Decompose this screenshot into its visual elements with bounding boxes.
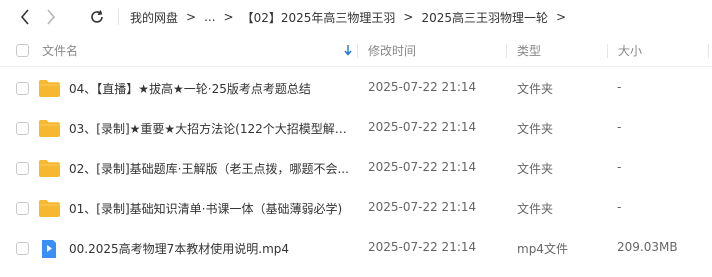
toolbar: 我的网盘 > ... > 【02】2025年高三物理王羽 > 2025高三王羽物… [0,0,712,34]
file-list-header: 文件名 修改时间 类型 大小 [0,34,712,67]
file-row[interactable]: 00.2025高考物理7本教材使用说明.mp4 2025-07-22 21:14… [0,228,712,268]
arrow-down-icon[interactable] [344,44,352,59]
folder-icon [39,160,60,177]
breadcrumb-separator: > [223,10,234,24]
row-checkbox[interactable] [16,202,29,215]
breadcrumb-item-parent[interactable]: 【02】2025年高三物理王羽 [242,9,396,26]
column-separator[interactable] [607,44,608,58]
column-header-type[interactable]: 类型 [517,42,541,59]
file-mtime: 2025-07-22 21:14 [368,80,477,94]
file-type: 文件夹 [517,122,554,136]
row-checkbox[interactable] [16,122,29,135]
column-header-mtime[interactable]: 修改时间 [368,42,416,59]
video-file-icon [39,239,60,258]
file-row[interactable]: 03、[录制]★重要★大招方法论(122个大招模型解题... 2025-07-2… [0,108,712,148]
file-row[interactable]: 02、[录制]基础题库·王解版（老王点拨，哪题不会... 2025-07-22 … [0,148,712,188]
row-checkbox[interactable] [16,162,29,175]
folder-icon [39,200,60,217]
chevron-left-icon[interactable] [16,8,34,26]
file-mtime: 2025-07-22 21:14 [368,120,477,134]
file-mtime: 2025-07-22 21:14 [368,160,477,174]
breadcrumb-separator: > [556,10,567,24]
refresh-icon[interactable] [88,8,106,26]
file-size: - [617,80,622,94]
breadcrumb-separator: > [403,10,414,24]
column-separator[interactable] [506,44,507,58]
file-name[interactable]: 03、[录制]★重要★大招方法论(122个大招模型解题... [69,120,351,137]
file-row[interactable]: 04、【直播】★拔高★一轮·25版考点考题总结 2025-07-22 21:14… [0,68,712,108]
row-checkbox[interactable] [16,242,29,255]
file-type: 文件夹 [517,162,554,176]
breadcrumb-separator: > [186,10,197,24]
file-size: - [617,200,622,214]
breadcrumb-item-current: 2025高三王羽物理一轮 [421,10,549,25]
folder-icon [39,80,60,97]
breadcrumb-item-root[interactable]: 我的网盘 [130,9,178,26]
file-type: 文件夹 [517,202,554,216]
file-type: mp4文件 [517,242,568,256]
folder-icon [39,120,60,137]
column-header-size[interactable]: 大小 [618,42,642,59]
column-separator[interactable] [708,44,709,58]
breadcrumb-item-ellipsis[interactable]: ... [204,10,215,24]
file-size: 209.03MB [617,240,678,254]
toolbar-divider [118,9,119,25]
breadcrumb: 我的网盘 > ... > 【02】2025年高三物理王羽 > 2025高三王羽物… [130,8,574,26]
row-checkbox[interactable] [16,82,29,95]
file-name[interactable]: 02、[录制]基础题库·王解版（老王点拨，哪题不会... [69,160,351,177]
select-all-checkbox[interactable] [16,44,29,57]
column-separator[interactable] [357,44,358,58]
file-mtime: 2025-07-22 21:14 [368,200,477,214]
file-name[interactable]: 01、[录制]基础知识清单·书课一体（基础薄弱必学) [69,200,351,217]
file-name[interactable]: 00.2025高考物理7本教材使用说明.mp4 [69,240,351,257]
file-type: 文件夹 [517,82,554,96]
file-size: - [617,120,622,134]
chevron-right-icon[interactable] [42,8,60,26]
file-row[interactable]: 01、[录制]基础知识清单·书课一体（基础薄弱必学) 2025-07-22 21… [0,188,712,228]
file-mtime: 2025-07-22 21:14 [368,240,477,254]
file-size: - [617,160,622,174]
file-name[interactable]: 04、【直播】★拔高★一轮·25版考点考题总结 [69,80,351,97]
column-header-name[interactable]: 文件名 [42,42,78,59]
